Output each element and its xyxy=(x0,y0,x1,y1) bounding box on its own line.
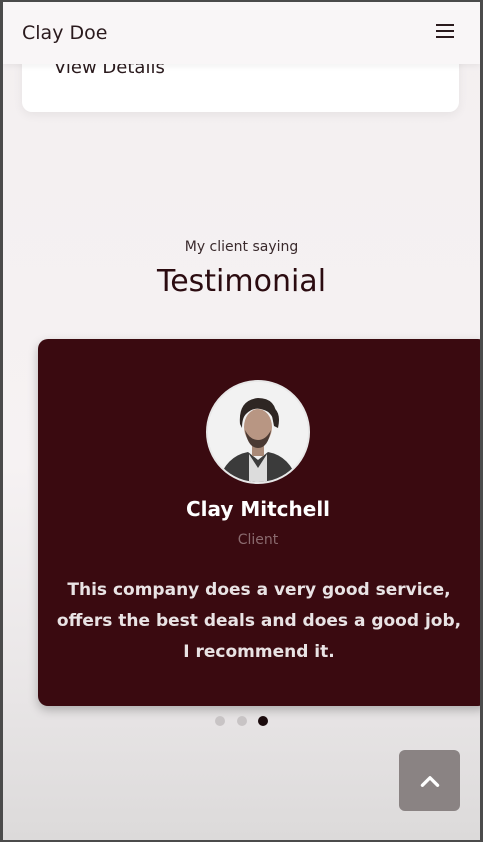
brand-name[interactable]: Clay Doe xyxy=(22,22,107,44)
top-navbar: Clay Doe xyxy=(3,2,480,64)
testimonial-card: Clay Mitchell Client This company does a… xyxy=(38,339,480,706)
client-role: Client xyxy=(237,532,279,548)
section-subtitle: My client saying xyxy=(184,239,299,255)
chevron-up-icon xyxy=(420,775,439,787)
pagination-dot-active[interactable] xyxy=(258,716,268,726)
testimonial-quote: This company does a very good service, o… xyxy=(56,580,462,662)
client-avatar xyxy=(206,380,310,484)
section-title: Testimonial xyxy=(156,264,327,299)
hamburger-icon[interactable] xyxy=(436,24,456,42)
portrait-icon xyxy=(208,382,308,482)
pagination-dot[interactable] xyxy=(237,716,247,726)
back-to-top-button[interactable] xyxy=(399,750,460,811)
pagination-dot[interactable] xyxy=(215,716,225,726)
page: View Details Clay Doe My client saying T… xyxy=(3,2,480,840)
carousel-pagination xyxy=(215,716,275,728)
client-name: Clay Mitchell xyxy=(185,497,331,521)
